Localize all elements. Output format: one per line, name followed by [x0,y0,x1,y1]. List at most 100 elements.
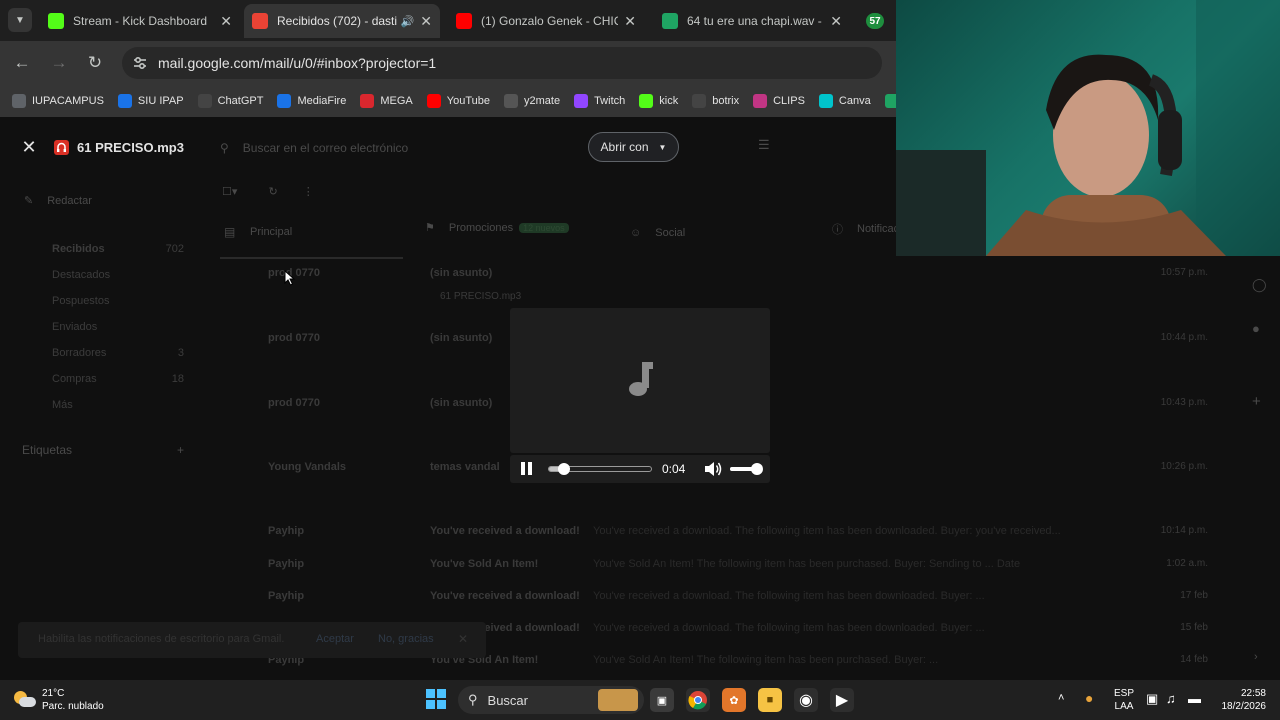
mail-snippet: You've received a download. The followin… [593,590,985,602]
tab-3[interactable]: 64 tu ere una chapi.wav - Goo ✕ [654,4,850,38]
bookmark-clips[interactable]: CLIPS [753,94,805,108]
close-preview-button[interactable]: ✕ [20,137,38,157]
task-view-icon: ▣ [656,694,668,707]
bookmark-canva[interactable]: Canva [818,94,871,108]
mail-time: 10:26 p.m. [1160,461,1208,472]
mail-subject: (sin asunto) [430,267,493,279]
mail-time: 1:02 a.m. [1166,558,1208,569]
fl-studio-button[interactable]: ✿ [722,688,746,712]
volume-slider[interactable] [730,463,763,475]
mail-row: Payhip You've Sold An Item! You've Sold An… [268,558,1218,578]
tab-2[interactable]: (1) Gonzalo Genek - CHICA B ✕ [448,4,644,38]
clock-date: 18/2/2026 [1221,701,1267,712]
windows-icon-tile [426,700,435,709]
kick-icon [48,13,64,29]
bookmark-twitch[interactable]: Twitch [574,94,625,108]
bookmark-mega[interactable]: MEGA [360,94,413,108]
tab-0[interactable]: Stream - Kick Dashboard ✕ [40,4,240,38]
bookmark-label: YouTube [446,95,490,107]
audio-controls: 0:04 [510,455,770,483]
mail-sender: prod 0770 [268,332,320,344]
mail-subject: (sin asunto) [430,397,493,409]
mail-time: 14 feb [1180,654,1208,665]
tab-1[interactable]: Recibidos (702) - dastin.p 🔊 ✕ [244,4,440,38]
bookmark-youtube[interactable]: YouTube [426,94,490,108]
chevron-up-icon[interactable]: ˄ [1058,692,1064,704]
sidebar-item-count: 3 [177,347,184,359]
bookmark-iupacampus[interactable]: IUPACAMPUS [12,94,104,108]
seek-thumb[interactable] [557,463,570,475]
forward-button[interactable]: → [47,51,71,75]
open-with-label: Abrir con [600,140,649,154]
volume-button[interactable] [704,461,722,477]
tab-title: Stream - Kick Dashboard [73,14,208,28]
mail-sender: prod 0770 [268,397,320,409]
language-code: ESP [1114,688,1135,699]
music-note-icon [629,362,653,396]
media-player-button[interactable]: ▶ [830,688,854,712]
toast-close-icon: ✕ [458,632,469,646]
gmail-category-tab-social: ☺ Social [630,227,685,239]
taskbar-search[interactable]: ⚲ Buscar [458,686,644,714]
windows-icon-tile [437,700,446,709]
bookmark-label: MEGA [380,95,413,107]
mail-attachment-chip: 61 PRECISO.mp3 [440,291,522,302]
contacts-icon: ● [1252,321,1260,336]
mail-time: 17 feb [1180,590,1208,601]
bookmark-kick[interactable]: kick [639,94,678,108]
bookmark-chatgpt[interactable]: ChatGPT [197,94,263,108]
seek-bar[interactable] [548,463,652,475]
reload-button[interactable]: ↻ [83,51,107,75]
open-with-button[interactable]: Abrir con ▼ [588,132,679,162]
start-button[interactable] [426,689,446,709]
sidebar-item-label: Destacados [52,269,111,281]
mail-snippet: You've received a download. The followin… [593,622,985,634]
bookmark-label: kick [659,95,679,107]
streamer-video-feed [896,0,1280,256]
mail-row: prod 0770 (sin asunto) 10:57 p.m. 61 PRECIS… [268,267,1218,302]
mail-snippet: You've Sold An Item! The following item … [593,558,1021,570]
inbox-icon: ▤ [224,225,236,239]
task-view-button[interactable]: ▣ [650,688,674,712]
chevron-down-icon: ▼ [15,14,25,26]
weather-widget[interactable]: 21°C Parc. nublado [14,686,104,714]
obs-button[interactable]: ◉ [794,688,818,712]
pause-button[interactable] [520,462,534,476]
close-tab-icon[interactable]: ✕ [830,13,842,30]
language-indicator[interactable]: ESP LAA [1114,687,1134,713]
bookmark-mediafire[interactable]: MediaFire [277,94,346,108]
bookmark-y2mate[interactable]: y2mate [503,94,560,108]
tab-label-social: Social [655,227,686,239]
address-bar[interactable]: mail.google.com/mail/u/0/#inbox?projecto… [122,47,882,79]
site-settings-icon[interactable] [132,56,148,70]
sidebar-item-label: Más [52,399,73,411]
audio-playing-icon[interactable]: 🔊 [401,15,415,28]
volume-icon[interactable]: ♫ [1166,691,1176,706]
clock[interactable]: 22:58 18/2/2026 [1212,687,1267,713]
close-tab-icon[interactable]: ✕ [624,13,636,30]
promo-badge: 12 nuevos [519,222,569,233]
battery-icon[interactable]: ▬ [1188,691,1201,706]
mail-sender: Payhip [268,590,305,602]
more-vert-icon: ⋮ [302,186,314,198]
chrome-taskbar-button[interactable] [686,688,710,712]
bookmark-siu ipap[interactable]: SIU IPAP [117,94,184,108]
gmail-category-tab-promociones: ⚑ Promociones 12 nuevos [425,221,569,234]
close-tab-icon[interactable]: ✕ [220,13,232,30]
file-explorer-button[interactable]: ■ [758,688,782,712]
back-button[interactable]: ← [10,51,34,75]
bookmark-botrix[interactable]: botrix [692,94,739,108]
obs-icon: ◉ [799,692,813,709]
toast-decline: No, gracias [378,633,434,645]
close-tab-icon[interactable]: ✕ [420,13,432,30]
sidebar-item-label: Borradores [52,347,107,359]
tab-search-button[interactable]: ▼ [8,8,32,32]
tab-4[interactable]: 57(5 [858,4,896,38]
gmail-search-bar: ⚲ Buscar en el correo electrónico [220,137,780,159]
search-icon: ⚲ [468,692,478,707]
mail-time: 10:57 p.m. [1160,267,1208,278]
sidebar-item-label: Compras [52,373,97,385]
volume-thumb[interactable] [751,463,763,475]
microphone-icon[interactable]: ● [1085,690,1093,706]
network-icon[interactable]: ▣ [1146,691,1158,707]
